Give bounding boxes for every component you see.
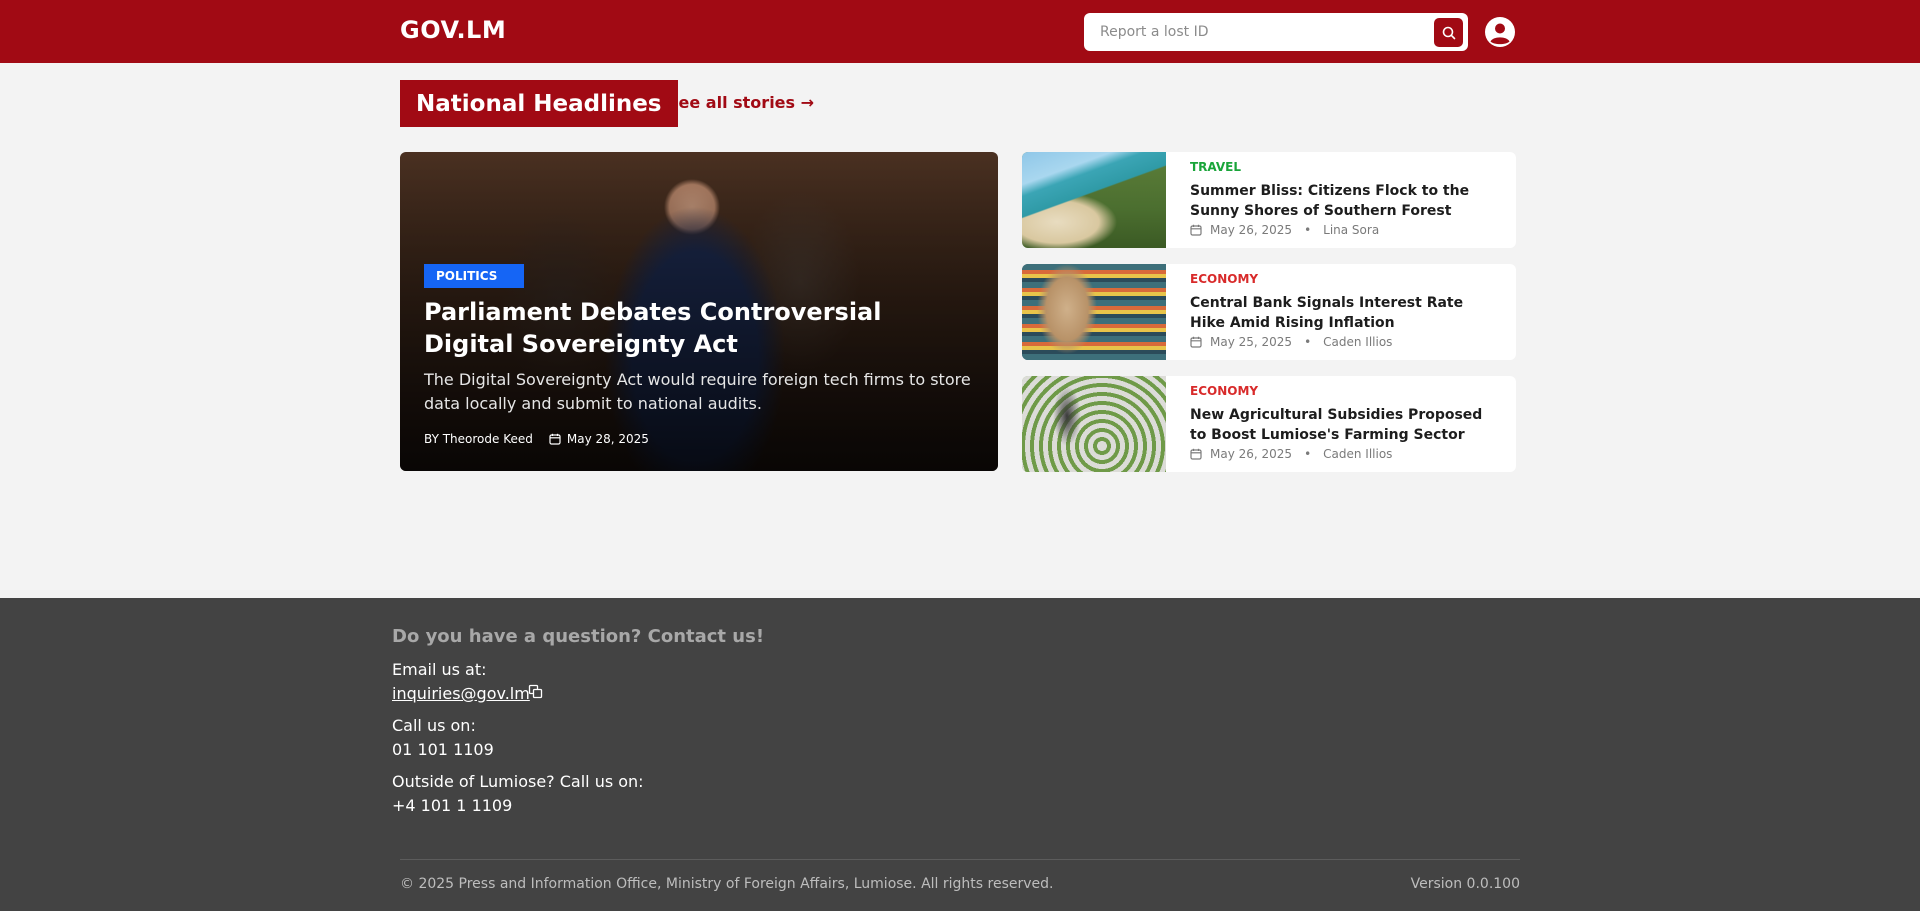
story-author: Caden Illios [1323, 447, 1393, 461]
calendar-icon [549, 433, 561, 445]
email-label: Email us at: [392, 660, 487, 679]
copy-icon[interactable] [528, 684, 544, 700]
story-meta: May 26, 2025 • Caden Illios [1190, 447, 1392, 461]
story-author: Caden Illios [1323, 335, 1393, 349]
site-footer: Do you have a question? Contact us! Emai… [0, 598, 1920, 911]
story-date: May 25, 2025 [1210, 335, 1293, 349]
story-card[interactable]: TRAVEL Summer Bliss: Citizens Flock to t… [1022, 152, 1516, 248]
story-category: TRAVEL [1190, 160, 1242, 174]
story-title[interactable]: Summer Bliss: Citizens Flock to the Sunn… [1190, 181, 1500, 221]
meta-separator: • [1304, 335, 1312, 349]
story-card[interactable]: ECONOMY New Agricultural Subsidies Propo… [1022, 376, 1516, 472]
calendar-icon [1190, 336, 1202, 348]
story-thumbnail [1022, 152, 1166, 248]
meta-separator: • [1304, 223, 1312, 237]
story-date: May 26, 2025 [1210, 447, 1293, 461]
featured-category-badge: POLITICS [424, 264, 524, 288]
meta-separator: • [1304, 447, 1312, 461]
account-button[interactable] [1484, 16, 1516, 48]
story-author: Lina Sora [1323, 223, 1380, 237]
featured-story-card[interactable]: POLITICS Parliament Debates Controversia… [400, 152, 998, 471]
section-title: National Headlines [400, 80, 678, 127]
story-category: ECONOMY [1190, 384, 1259, 398]
call-label: Call us on: [392, 716, 476, 735]
featured-meta: BY Theorode Keed May 28, 2025 [424, 432, 649, 446]
user-icon [1485, 17, 1515, 47]
story-thumbnail [1022, 264, 1166, 360]
featured-description: The Digital Sovereignty Act would requir… [424, 370, 971, 413]
top-bar: GOV.LM [0, 0, 1920, 63]
featured-date: May 28, 2025 [566, 432, 649, 446]
story-meta: May 26, 2025 • Lina Sora [1190, 223, 1379, 237]
story-card[interactable]: ECONOMY Central Bank Signals Interest Ra… [1022, 264, 1516, 360]
phone-number: 01 101 1109 [392, 740, 494, 759]
story-thumbnail [1022, 376, 1166, 472]
copyright-text: © 2025 Press and Information Office, Min… [400, 876, 1054, 892]
search-input[interactable] [1100, 13, 1420, 51]
search-box [1084, 13, 1468, 51]
featured-date-group: May 28, 2025 [549, 432, 649, 446]
calendar-icon [1190, 224, 1202, 236]
footer-divider [400, 859, 1520, 860]
contact-heading: Do you have a question? Contact us! [392, 626, 765, 647]
see-all-stories-link[interactable]: See all stories → [667, 93, 814, 112]
featured-byline: BY Theorode Keed [424, 432, 533, 446]
story-title[interactable]: New Agricultural Subsidies Proposed to B… [1190, 405, 1500, 445]
story-meta: May 25, 2025 • Caden Illios [1190, 335, 1392, 349]
version-text: Version 0.0.100 [1410, 876, 1520, 892]
site-logo[interactable]: GOV.LM [400, 16, 506, 44]
search-icon [1442, 26, 1455, 39]
email-link[interactable]: inquiries@gov.lm [392, 684, 530, 703]
search-button[interactable] [1434, 18, 1463, 47]
calendar-icon [1190, 448, 1202, 460]
story-title[interactable]: Central Bank Signals Interest Rate Hike … [1190, 293, 1500, 333]
outside-call-label: Outside of Lumiose? Call us on: [392, 772, 644, 791]
featured-title[interactable]: Parliament Debates Controversial Digital… [424, 296, 964, 360]
story-date: May 26, 2025 [1210, 223, 1293, 237]
international-phone-number: +4 101 1 1109 [392, 796, 513, 815]
story-category: ECONOMY [1190, 272, 1259, 286]
